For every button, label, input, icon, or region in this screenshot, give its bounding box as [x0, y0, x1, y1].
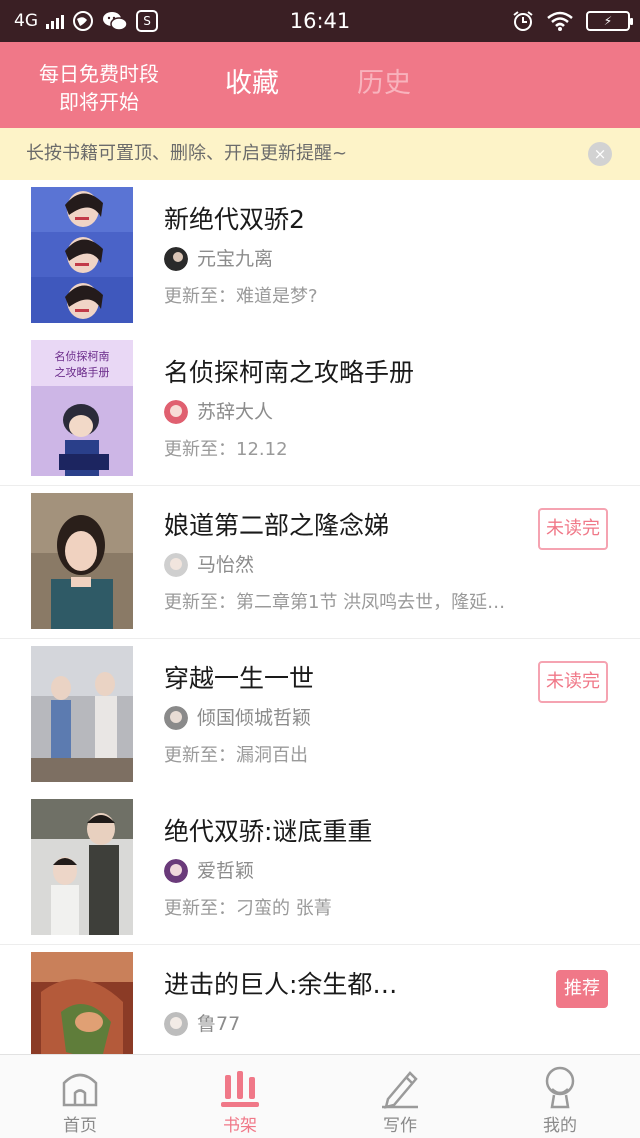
- nav-home[interactable]: 首页: [0, 1055, 160, 1138]
- author-name: 马怡然: [197, 554, 255, 576]
- book-title: 进击的巨人:余生都…: [164, 970, 398, 999]
- book-item[interactable]: 穿越一生一世 未读完 倾国倾城哲颖 更新至：漏洞百出: [0, 639, 640, 792]
- battery-icon: ⚡: [586, 11, 633, 31]
- unread-badge: 未读完: [538, 661, 608, 703]
- book-item[interactable]: 名侦探柯南 之攻略手册 名侦探柯南之攻略手册 苏辞大人 更新至：12.12: [0, 333, 640, 486]
- author-name: 元宝九离: [197, 248, 274, 270]
- wifi-icon: [547, 11, 573, 31]
- book-title: 名侦探柯南之攻略手册: [164, 358, 415, 387]
- nav-label: 首页: [63, 1116, 97, 1136]
- book-cover: [31, 952, 133, 1054]
- update-info: 更新至：难道是梦?: [164, 286, 318, 307]
- update-info: 更新至：12.12: [164, 439, 288, 460]
- tab-favorites[interactable]: 收藏: [225, 66, 279, 102]
- author-name: 倾国倾城哲颖: [197, 707, 312, 729]
- free-time-banner[interactable]: 每日免费时段 即将开始: [14, 60, 184, 116]
- author-avatar: [164, 553, 188, 577]
- book-cover: 名侦探柯南 之攻略手册: [31, 340, 133, 476]
- profile-icon: [545, 1066, 575, 1109]
- book-title: 绝代双骄:谜底重重: [164, 817, 373, 846]
- nav-me[interactable]: 我的: [480, 1055, 640, 1138]
- bookshelf-icon: [221, 1071, 259, 1107]
- book-list: 新绝代双骄2 元宝九离 更新至：难道是梦? 名侦探柯南 之攻略手册 名侦探柯南之…: [0, 180, 640, 1054]
- unread-badge: 未读完: [538, 508, 608, 550]
- status-bar: 4G S 16:41 ⚡: [0, 0, 640, 42]
- book-title: 新绝代双骄2: [164, 205, 305, 234]
- bottom-nav: 首页 书架 写作 我的: [0, 1054, 640, 1138]
- book-item[interactable]: 娘道第二部之隆念娣 未读完 马怡然 更新至：第二章第1节 洪凤鸣去世，隆延…: [0, 486, 640, 639]
- author-name: 鲁77: [197, 1013, 241, 1035]
- nav-label: 写作: [383, 1116, 417, 1136]
- update-info: 更新至：刁蛮的 张菁: [164, 898, 332, 919]
- svg-text:之攻略手册: 之攻略手册: [55, 365, 110, 379]
- header: 每日免费时段 即将开始 收藏 历史: [0, 42, 640, 128]
- author-name: 苏辞大人: [197, 401, 274, 423]
- author-avatar: [164, 400, 188, 424]
- free-time-line1: 每日免费时段: [39, 62, 159, 86]
- cover-text: 名侦探柯南: [55, 349, 110, 363]
- tab-history[interactable]: 历史: [357, 66, 411, 102]
- book-cover: [31, 493, 133, 629]
- author-name: 爱哲颖: [197, 860, 255, 882]
- update-info: 更新至：漏洞百出: [164, 745, 308, 766]
- recommend-badge: 推荐: [556, 970, 608, 1008]
- alarm-icon: [513, 11, 533, 31]
- status-right: ⚡: [512, 0, 633, 42]
- nav-bookshelf[interactable]: 书架: [160, 1055, 320, 1138]
- book-item[interactable]: 新绝代双骄2 元宝九离 更新至：难道是梦?: [0, 180, 640, 333]
- author-avatar: [164, 247, 188, 271]
- nav-label: 书架: [223, 1116, 257, 1136]
- book-cover: [31, 646, 133, 782]
- book-item[interactable]: 进击的巨人:余生都… 推荐 鲁77: [0, 945, 640, 1054]
- tip-text: 长按书籍可置顶、删除、开启更新提醒~: [26, 143, 348, 164]
- home-icon: [62, 1073, 98, 1107]
- pen-icon: [382, 1071, 418, 1109]
- author-avatar: [164, 1012, 188, 1036]
- book-title: 穿越一生一世: [164, 664, 315, 693]
- tip-bar: 长按书籍可置顶、删除、开启更新提醒~ ×: [0, 128, 640, 180]
- book-cover: [31, 187, 133, 323]
- nav-write[interactable]: 写作: [320, 1055, 480, 1138]
- nav-label: 我的: [543, 1116, 577, 1136]
- free-time-line2: 即将开始: [59, 90, 139, 114]
- update-info: 更新至：第二章第1节 洪凤鸣去世，隆延…: [164, 592, 506, 613]
- book-cover: [31, 799, 133, 935]
- book-item[interactable]: 绝代双骄:谜底重重 爱哲颖 更新至：刁蛮的 张菁: [0, 792, 640, 945]
- close-icon[interactable]: ×: [588, 142, 612, 166]
- book-title: 娘道第二部之隆念娣: [164, 511, 390, 540]
- author-avatar: [164, 859, 188, 883]
- author-avatar: [164, 706, 188, 730]
